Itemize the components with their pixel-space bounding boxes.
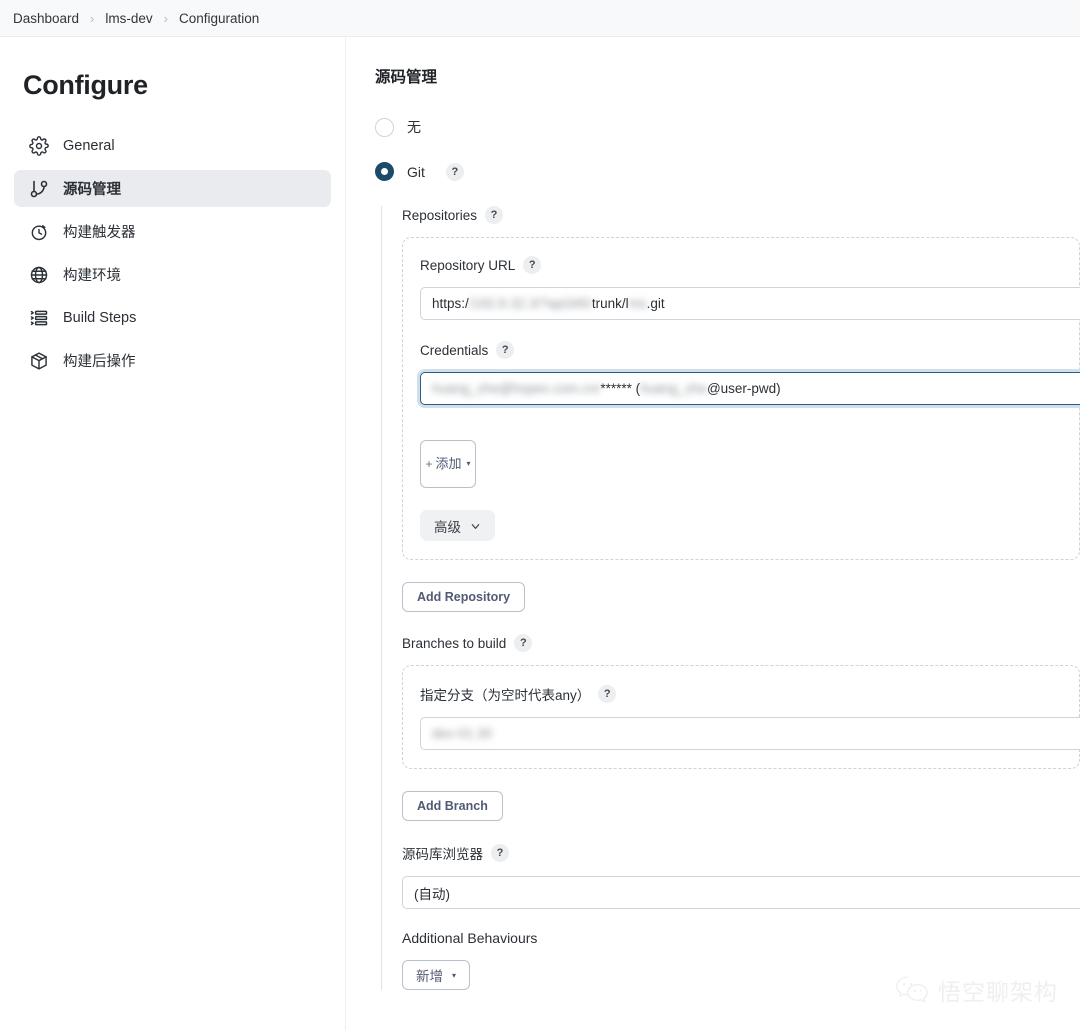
add-credentials-label: 添加: [435, 457, 461, 471]
credentials-select[interactable]: huang_zhe@hopex.com.cn/****** (huang_zhe…: [420, 372, 1080, 405]
radio-none[interactable]: [375, 118, 394, 137]
package-icon: [28, 350, 49, 371]
repo-browser-select[interactable]: (自动): [402, 876, 1080, 909]
plus-icon: +: [425, 458, 432, 471]
clock-icon: [28, 221, 49, 242]
advanced-label: 高级: [434, 516, 461, 536]
add-credentials-button[interactable]: + 添加 ▾: [420, 440, 476, 488]
scm-option-none[interactable]: 无: [375, 117, 1080, 137]
sidebar-item-label: Build Steps: [63, 310, 136, 326]
gear-icon: [28, 135, 49, 156]
chevron-down-icon: [470, 520, 481, 531]
repositories-label: Repositories: [402, 208, 477, 223]
sidebar-item-general[interactable]: General: [14, 127, 331, 164]
repositories-label-row: Repositories ?: [402, 206, 1080, 224]
credentials-redacted-id: huang_zhe: [640, 381, 707, 396]
sidebar-item-build-triggers[interactable]: 构建触发器: [14, 213, 331, 250]
help-icon-repositories[interactable]: ?: [485, 206, 503, 224]
breadcrumb-item-dashboard[interactable]: Dashboard: [13, 11, 79, 26]
page-title: Configure: [23, 70, 331, 101]
branch-entry-box: 指定分支（为空时代表any） ? dev-01.30: [402, 665, 1080, 769]
repository-entry-box: Repository URL ? https://192.8.32.3/?api…: [402, 237, 1080, 560]
advanced-toggle-button[interactable]: 高级: [420, 510, 495, 541]
branches-label: Branches to build: [402, 636, 506, 651]
page-body: Configure General 源码管理: [0, 37, 1080, 1030]
add-behaviour-label: 新增: [416, 965, 443, 985]
breadcrumb: Dashboard › lms-dev › Configuration: [0, 0, 1080, 37]
sidebar-item-label: General: [63, 138, 115, 154]
help-icon-branch-specifier[interactable]: ?: [598, 685, 616, 703]
branch-specifier-input[interactable]: dev-01.30: [420, 717, 1080, 750]
help-icon-credentials[interactable]: ?: [496, 341, 514, 359]
help-icon-repo-browser[interactable]: ?: [491, 844, 509, 862]
radio-git[interactable]: [375, 162, 394, 181]
main-content: 源码管理 无 Git ? Repositories ? Repository U…: [346, 37, 1080, 1030]
repository-url-input[interactable]: https://192.8.32.3/?api345/trunk/lms.git: [420, 287, 1080, 320]
repo-url-redacted-host: /192.8.32.3/?api345/: [469, 296, 592, 311]
sidebar-item-post-build-actions[interactable]: 构建后操作: [14, 342, 331, 379]
add-branch-button[interactable]: Add Branch: [402, 791, 503, 821]
additional-behaviours-label: Additional Behaviours: [402, 930, 1080, 946]
scm-option-label: Git: [407, 164, 425, 180]
branches-label-row: Branches to build ?: [402, 634, 1080, 652]
repo-url-redacted-name: ms: [629, 296, 647, 311]
branch-specifier-label-row: 指定分支（为空时代表any） ?: [420, 684, 1079, 704]
sidebar-item-build-steps[interactable]: Build Steps: [14, 299, 331, 336]
scm-option-label: 无: [407, 117, 421, 137]
help-icon-repository-url[interactable]: ?: [523, 256, 541, 274]
breadcrumb-separator: ›: [90, 12, 94, 25]
globe-icon: [28, 264, 49, 285]
git-config-block: Repositories ? Repository URL ? https://…: [381, 206, 1080, 990]
branch-specifier-redacted-value: dev-01.30: [432, 726, 492, 741]
repo-url-middle: trunk/l: [592, 296, 629, 311]
credentials-label: Credentials: [420, 343, 488, 358]
branch-specifier-label: 指定分支（为空时代表any）: [420, 684, 590, 704]
repo-url-prefix: https:/: [432, 296, 469, 311]
credentials-label-row: Credentials ?: [420, 341, 1079, 359]
sidebar-item-label: 构建后操作: [63, 350, 136, 371]
breadcrumb-separator: ›: [164, 12, 168, 25]
credentials-stars: ******: [600, 381, 632, 396]
help-icon-branches[interactable]: ?: [514, 634, 532, 652]
add-behaviour-button[interactable]: 新增 ▾: [402, 960, 470, 990]
credentials-redacted-user: huang_zhe@hopex.com.cn/: [432, 381, 600, 396]
scm-option-git[interactable]: Git ?: [375, 162, 1080, 181]
sidebar-item-label: 构建触发器: [63, 221, 136, 242]
repo-browser-label-row: 源码库浏览器 ?: [402, 843, 1080, 863]
repository-url-label: Repository URL: [420, 258, 515, 273]
sidebar-item-label: 源码管理: [63, 178, 121, 199]
add-repository-button[interactable]: Add Repository: [402, 582, 525, 612]
sidebar: Configure General 源码管理: [0, 37, 346, 1030]
sidebar-item-label: 构建环境: [63, 264, 121, 285]
sidebar-item-build-environment[interactable]: 构建环境: [14, 256, 331, 293]
credentials-suffix: @user-pwd): [707, 381, 781, 396]
section-title: 源码管理: [375, 65, 1080, 87]
caret-down-icon: ▾: [467, 460, 471, 468]
git-branch-icon: [28, 178, 49, 199]
repo-browser-label: 源码库浏览器: [402, 843, 483, 863]
list-steps-icon: [28, 307, 49, 328]
sidebar-item-scm[interactable]: 源码管理: [14, 170, 331, 207]
breadcrumb-item-configuration[interactable]: Configuration: [179, 11, 259, 26]
repo-url-suffix: .git: [647, 296, 665, 311]
breadcrumb-item-job[interactable]: lms-dev: [105, 11, 152, 26]
help-icon-git[interactable]: ?: [446, 163, 464, 181]
repository-url-label-row: Repository URL ?: [420, 256, 1079, 274]
caret-down-icon: ▾: [452, 971, 456, 980]
